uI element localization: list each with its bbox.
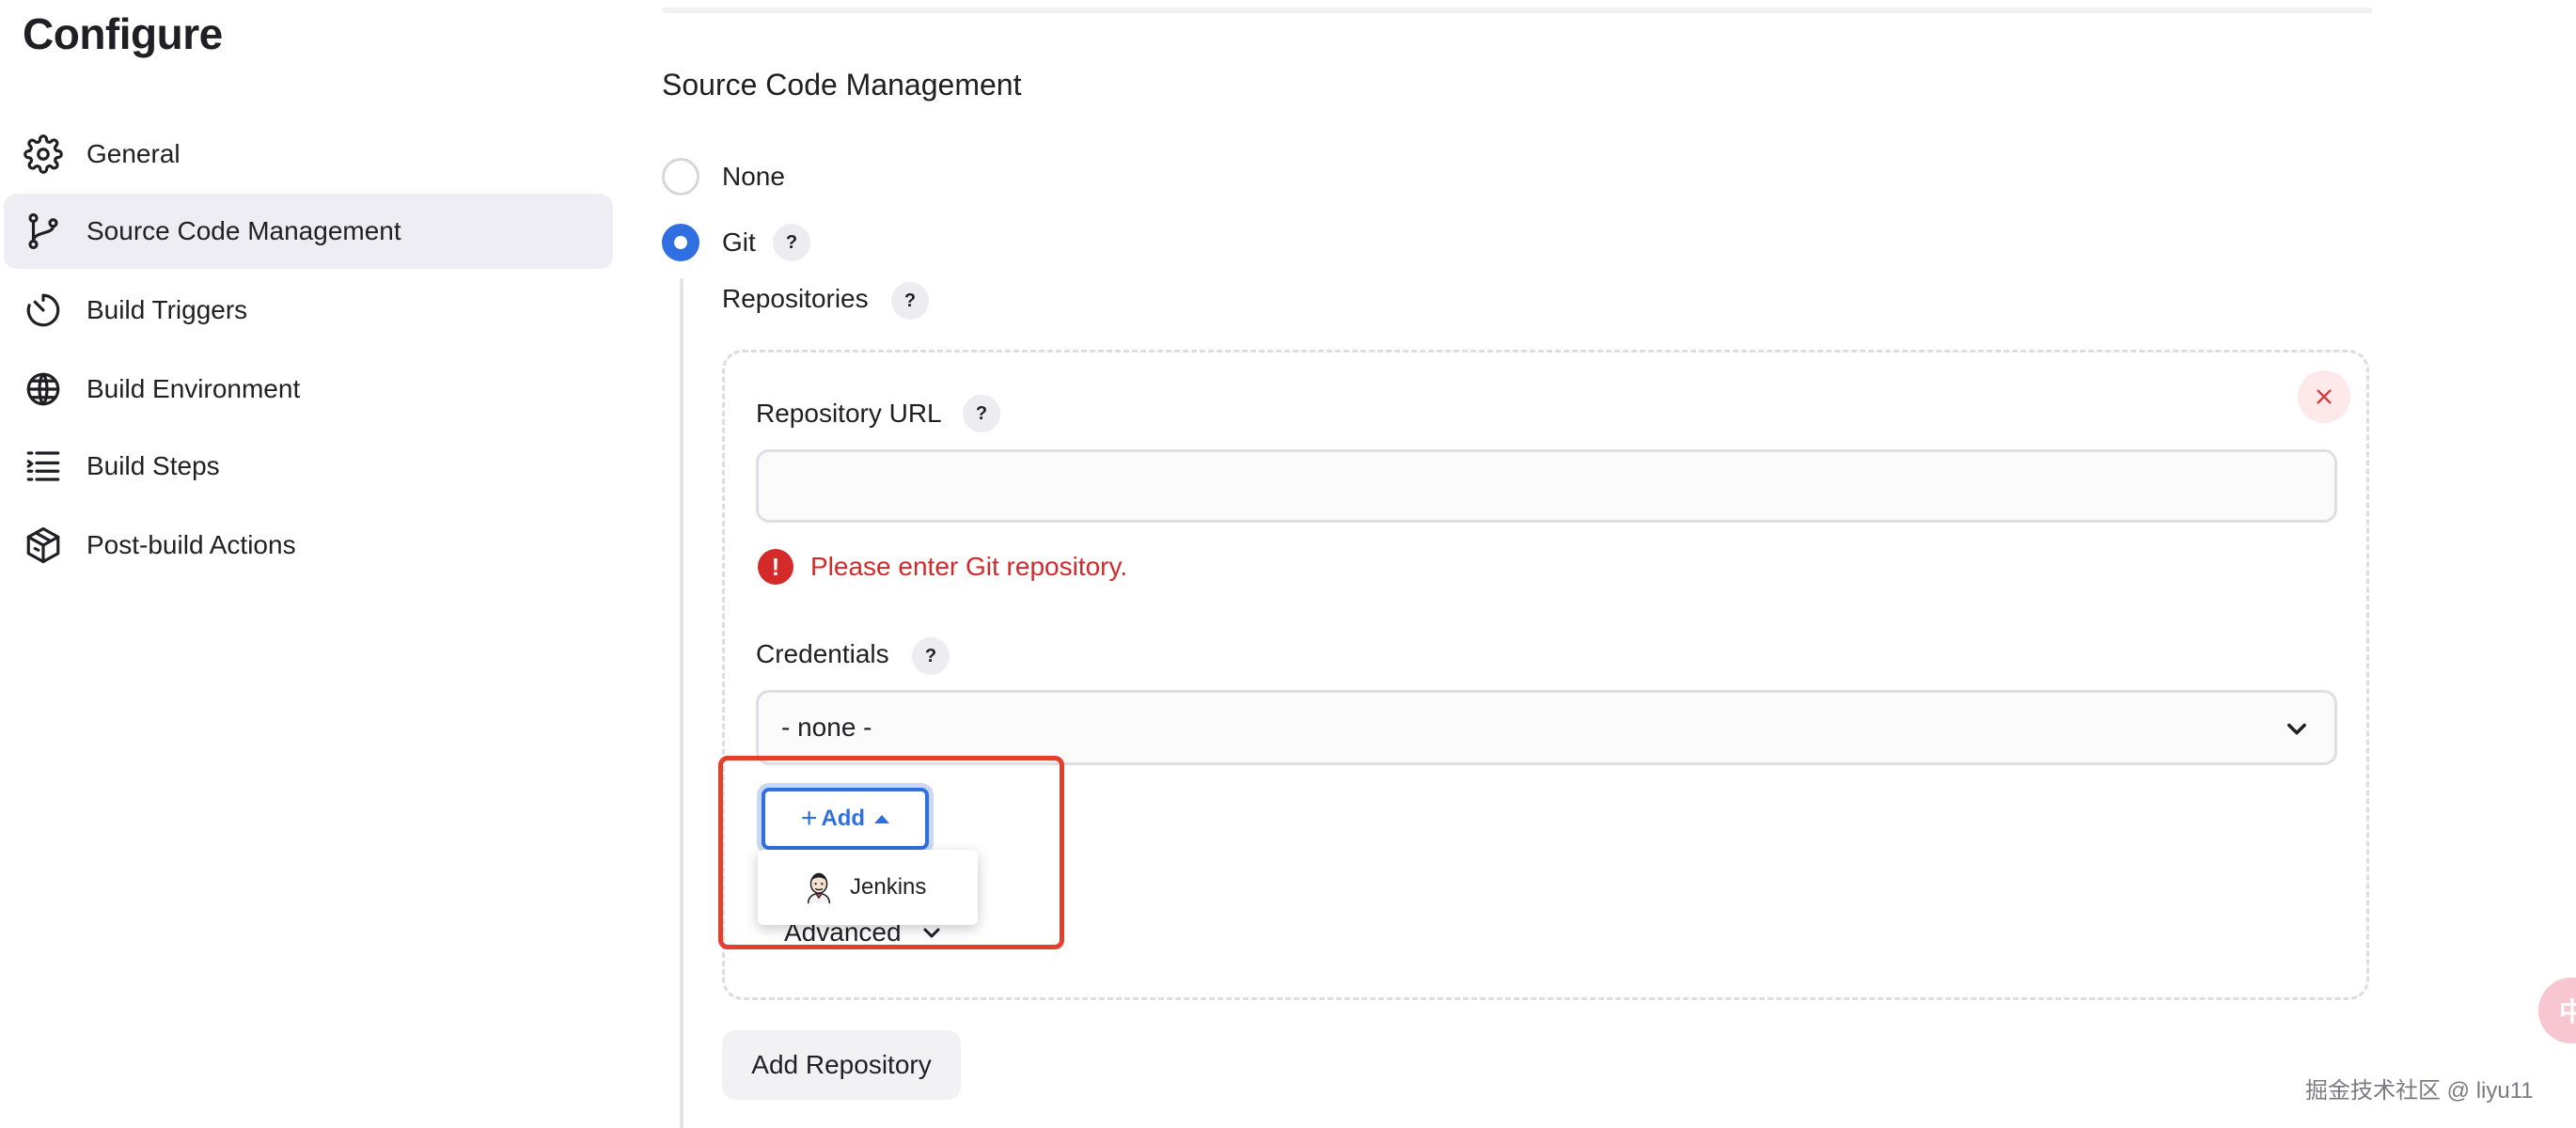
sidebar-item-source-code-management[interactable]: Source Code Management	[4, 194, 613, 269]
repository-url-input[interactable]	[756, 449, 2337, 523]
gear-icon	[23, 133, 64, 175]
credentials-selected-value: - none -	[781, 713, 872, 742]
repository-url-help-button[interactable]: ?	[963, 395, 1000, 432]
radio-none-label[interactable]: None	[722, 162, 785, 192]
list-icon	[23, 446, 64, 487]
add-button-label: Add	[821, 806, 866, 831]
error-message: Please enter Git repository.	[810, 552, 1128, 581]
error-icon: !	[758, 549, 793, 585]
sidebar-item-post-build-actions[interactable]: Post-build Actions	[4, 508, 613, 583]
radio-git[interactable]	[662, 224, 699, 261]
git-options-rail	[680, 278, 683, 1128]
remove-repository-button[interactable]	[2298, 370, 2350, 423]
credentials-select[interactable]: - none -	[756, 690, 2337, 765]
add-credentials-dropdown-item-jenkins[interactable]: Jenkins	[758, 850, 978, 925]
sidebar-item-label: Post-build Actions	[86, 530, 296, 559]
git-branch-icon	[23, 211, 64, 252]
watermark: 掘金技术社区 @ liyu11	[2305, 1078, 2534, 1104]
timer-icon	[23, 290, 64, 331]
sidebar-item-label: Build Steps	[86, 451, 220, 480]
sidebar-item-label: Build Triggers	[86, 295, 248, 324]
repositories-help-button[interactable]: ?	[891, 282, 929, 320]
repositories-label: Repositories	[722, 284, 869, 313]
sidebar-item-label: Build Environment	[86, 374, 301, 403]
repository-url-error: ! Please enter Git repository.	[758, 549, 1127, 585]
credentials-label: Credentials	[756, 639, 889, 668]
jenkins-icon	[807, 872, 831, 904]
floating-widget-button[interactable]: 中	[2538, 978, 2576, 1043]
globe-icon	[23, 368, 64, 410]
plus-icon: +	[800, 803, 818, 834]
credentials-help-button[interactable]: ?	[912, 637, 950, 675]
caret-up-icon	[874, 814, 890, 823]
section-title: Source Code Management	[662, 68, 1022, 102]
add-repository-button[interactable]: Add Repository	[722, 1030, 961, 1100]
close-icon	[2317, 389, 2332, 404]
sidebar-item-label: Source Code Management	[86, 216, 401, 245]
package-icon	[23, 525, 64, 566]
radio-none[interactable]	[662, 158, 699, 196]
radio-git-label[interactable]: Git	[722, 227, 756, 258]
sidebar-item-label: General	[86, 139, 181, 168]
add-credentials-button[interactable]: + Add	[762, 788, 929, 850]
sidebar-item-build-triggers[interactable]: Build Triggers	[4, 273, 613, 348]
dropdown-item-label: Jenkins	[850, 874, 927, 900]
sidebar-item-general[interactable]: General	[4, 117, 613, 192]
git-help-button[interactable]: ?	[773, 224, 810, 261]
chevron-down-icon	[2284, 715, 2310, 742]
page-title: Configure	[23, 9, 223, 58]
sidebar-item-build-environment[interactable]: Build Environment	[4, 352, 613, 427]
repository-url-label: Repository URL	[756, 399, 942, 428]
section-divider	[662, 8, 2373, 13]
sidebar-item-build-steps[interactable]: Build Steps	[4, 429, 613, 504]
